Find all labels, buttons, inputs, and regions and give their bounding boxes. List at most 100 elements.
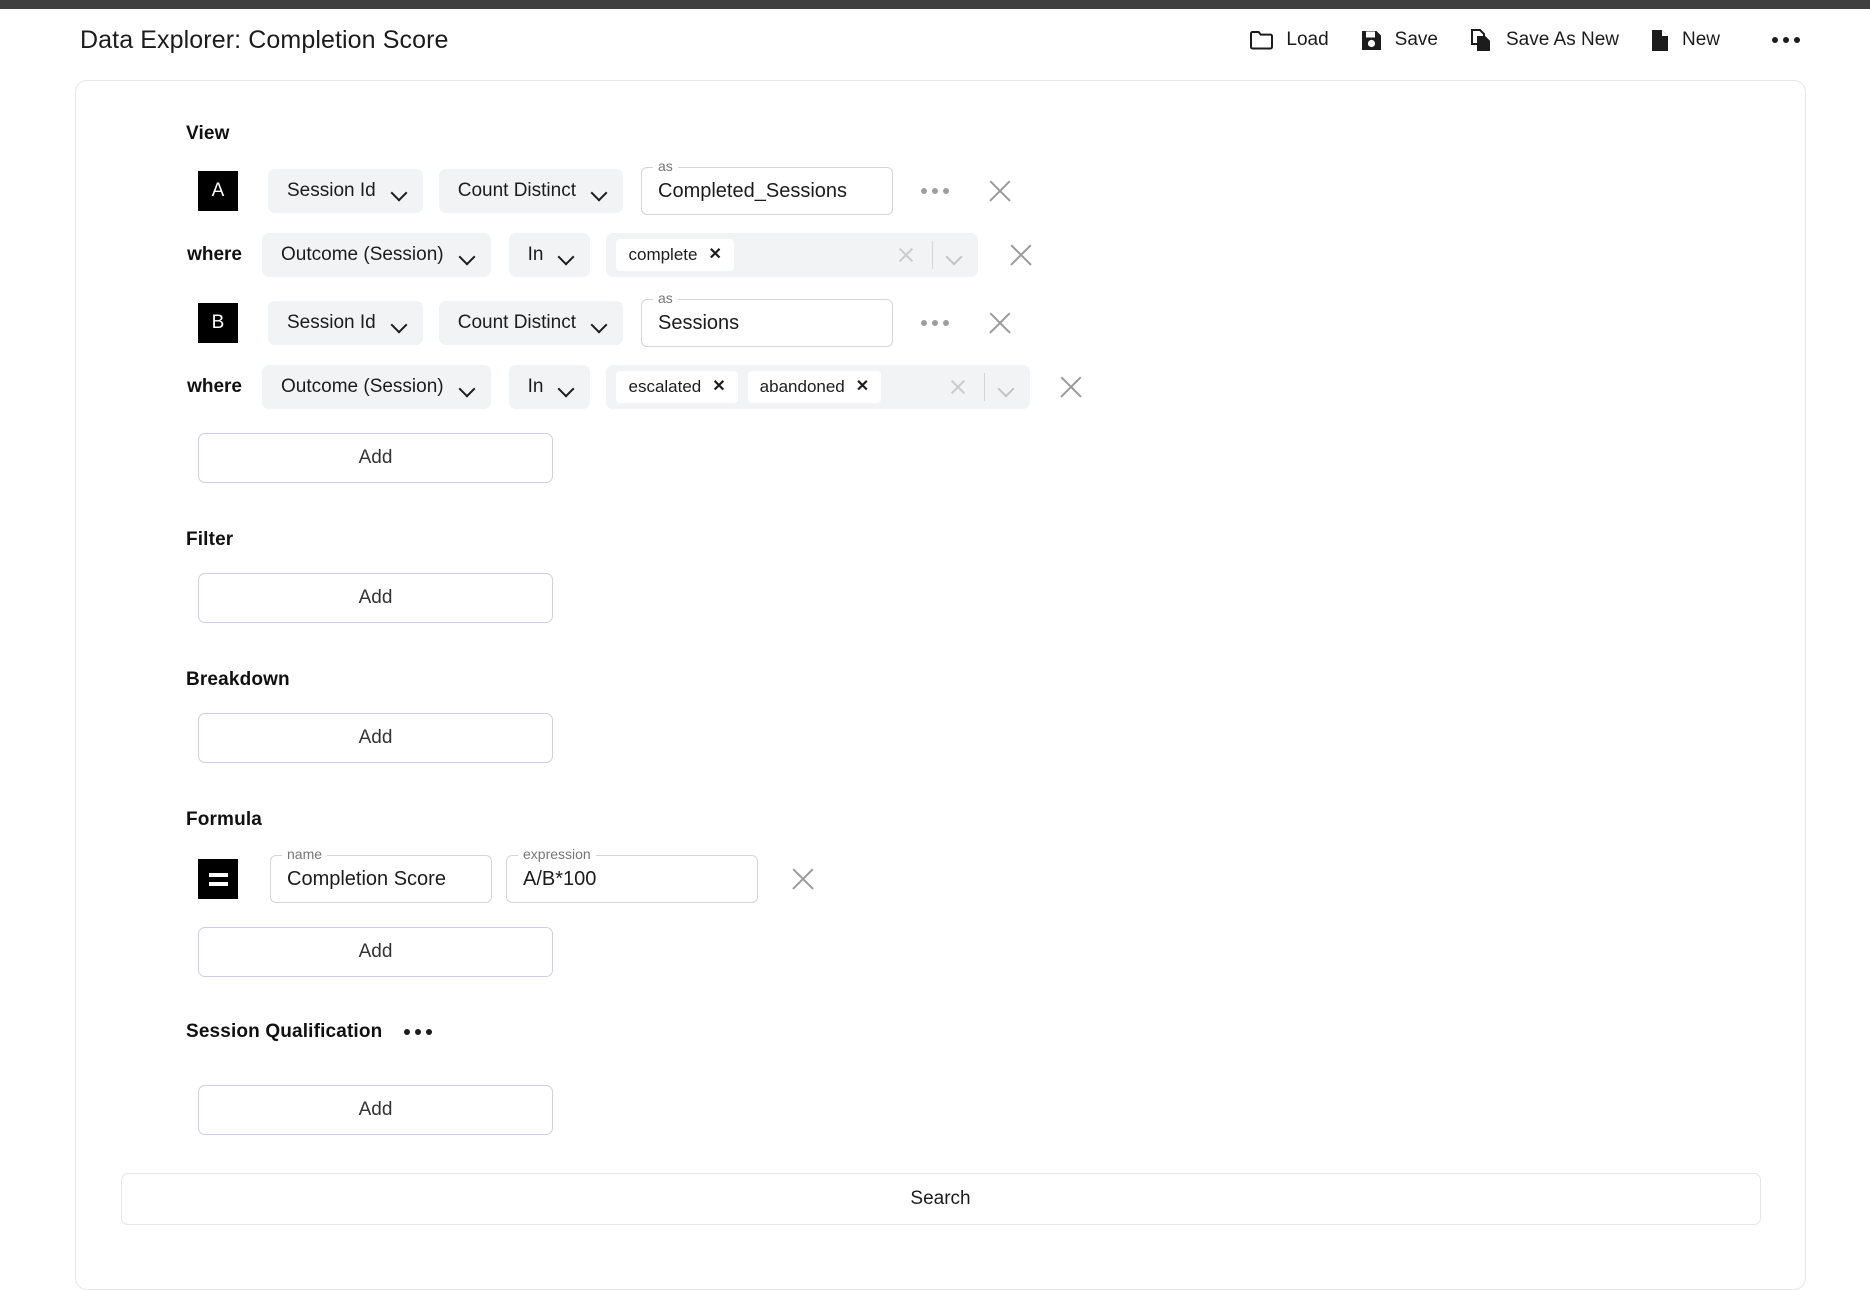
- save-button[interactable]: Save: [1345, 23, 1454, 57]
- save-as-new-button-label: Save As New: [1505, 29, 1619, 50]
- formula-equals-badge: [198, 859, 238, 899]
- view-row-b-aggregation-select[interactable]: Count Distinct: [438, 301, 624, 345]
- view-row-a-where-values[interactable]: complete ✕: [606, 233, 979, 277]
- view-row-a-aggregation-value: Count Distinct: [457, 180, 577, 201]
- view-row-a-where-operator-select[interactable]: In: [508, 233, 591, 277]
- save-button-label: Save: [1394, 29, 1438, 50]
- view-row-b-where-operator-select[interactable]: In: [508, 365, 591, 409]
- equals-icon: [208, 872, 228, 886]
- load-button[interactable]: Load: [1234, 23, 1344, 57]
- app-header: Data Explorer: Completion Score Load Sav…: [0, 9, 1870, 71]
- new-button[interactable]: New: [1635, 23, 1736, 58]
- chevron-down-icon: [559, 251, 574, 260]
- chevron-down-icon: [592, 319, 607, 328]
- view-row-b-field-select[interactable]: Session Id: [268, 301, 423, 345]
- chevron-down-icon[interactable]: [947, 251, 962, 260]
- chevron-down-icon: [460, 383, 475, 392]
- chevron-down-icon: [592, 187, 607, 196]
- overflow-menu-icon: [921, 320, 950, 326]
- view-row-a-field-select[interactable]: Session Id: [268, 169, 423, 213]
- save-as-new-button[interactable]: Save As New: [1454, 23, 1635, 58]
- header-overflow-menu-button[interactable]: [1758, 31, 1814, 49]
- copy-document-icon: [1470, 28, 1493, 52]
- chevron-down-icon: [392, 319, 407, 328]
- view-row-b-aggregation-value: Count Distinct: [457, 312, 577, 333]
- view-row-b-where-remove-button[interactable]: [1056, 372, 1086, 402]
- formula-row: name Completion Score expression A/B*100: [198, 847, 1805, 903]
- chevron-down-icon: [392, 187, 407, 196]
- tag-chip-label: escalated: [628, 377, 702, 396]
- search-button[interactable]: Search: [120, 1173, 1761, 1225]
- tag-chip[interactable]: complete ✕: [616, 239, 734, 271]
- view-row-b-badge: B: [198, 303, 238, 343]
- view-row-a-alias-legend: as: [653, 159, 678, 173]
- chevron-down-icon[interactable]: [999, 383, 1014, 392]
- load-button-label: Load: [1286, 29, 1329, 50]
- view-row-a-aggregation-select[interactable]: Count Distinct: [438, 169, 624, 213]
- tag-chip[interactable]: escalated ✕: [616, 371, 738, 403]
- view-row-b-overflow-button[interactable]: [921, 320, 950, 326]
- view-row-a-alias-value: Completed_Sessions: [658, 179, 848, 202]
- formula-name-value: Completion Score: [287, 867, 446, 890]
- breakdown-add-button[interactable]: Add: [198, 713, 553, 763]
- view-row-b-alias-value: Sessions: [658, 311, 740, 334]
- view-row-b-alias-legend: as: [653, 291, 678, 305]
- divider: [932, 241, 934, 269]
- view-row-a-where-remove-button[interactable]: [1006, 240, 1036, 270]
- view-row-b-where-operator-value: In: [527, 376, 544, 397]
- view-row-b-where-field-value: Outcome (Session): [281, 376, 444, 397]
- overflow-menu-icon: [1772, 37, 1800, 43]
- formula-row-remove-button[interactable]: [788, 864, 818, 894]
- floppy-disk-icon: [1361, 30, 1382, 51]
- view-row-a-remove-button[interactable]: [985, 176, 1015, 206]
- view-row-a-where-field-select[interactable]: Outcome (Session): [262, 233, 491, 277]
- formula-add-button[interactable]: Add: [198, 927, 553, 977]
- section-title-session-qualification: Session Qualification: [186, 1021, 383, 1042]
- section-title-formula: Formula: [186, 809, 263, 830]
- session-qualification-overflow-button[interactable]: [404, 1029, 433, 1035]
- formula-name-legend: name: [282, 847, 328, 861]
- view-row-a: A Session Id Count Distinct as Completed…: [198, 159, 1805, 215]
- query-builder-card: View A Session Id Count Distinct as Comp…: [75, 80, 1806, 1290]
- view-row-a-where-operator-value: In: [527, 244, 544, 265]
- chevron-down-icon: [559, 383, 574, 392]
- formula-name-input[interactable]: name Completion Score: [270, 847, 492, 903]
- view-row-b-alias-input[interactable]: as Sessions: [641, 291, 894, 347]
- view-row-a-badge: A: [198, 171, 238, 211]
- view-row-b-where-field-select[interactable]: Outcome (Session): [262, 365, 491, 409]
- view-row-a-where-clear-icon[interactable]: [894, 243, 918, 267]
- view-row-a-alias-input[interactable]: as Completed_Sessions: [641, 159, 894, 215]
- view-row-a-overflow-button[interactable]: [921, 188, 950, 194]
- formula-expression-value: A/B*100: [523, 867, 597, 890]
- view-add-button[interactable]: Add: [198, 433, 553, 483]
- tag-chip[interactable]: abandoned ✕: [747, 371, 882, 403]
- tag-chip-remove-icon[interactable]: ✕: [708, 247, 721, 263]
- folder-icon: [1250, 30, 1274, 51]
- overflow-menu-icon: [404, 1029, 433, 1035]
- view-row-b-where-label: where: [187, 376, 242, 397]
- section-title-breakdown: Breakdown: [186, 669, 290, 690]
- view-row-b-where-values[interactable]: escalated ✕ abandoned ✕: [606, 365, 1031, 409]
- divider: [984, 373, 986, 401]
- header-actions: Load Save Save As New New: [1234, 23, 1814, 58]
- overflow-menu-icon: [921, 188, 950, 194]
- formula-expression-legend: expression: [518, 847, 596, 861]
- filter-add-button[interactable]: Add: [198, 573, 553, 623]
- tag-chip-label: abandoned: [759, 377, 845, 396]
- session-qualification-add-button[interactable]: Add: [198, 1085, 553, 1135]
- document-icon: [1651, 29, 1669, 52]
- chevron-down-icon: [460, 251, 475, 260]
- view-row-b-where-clear-icon[interactable]: [946, 375, 970, 399]
- new-button-label: New: [1681, 29, 1720, 50]
- tag-chip-remove-icon[interactable]: ✕: [712, 379, 725, 395]
- view-row-b-remove-button[interactable]: [985, 308, 1015, 338]
- page-title: Data Explorer: Completion Score: [80, 25, 449, 54]
- section-title-filter: Filter: [186, 529, 234, 550]
- tag-chip-remove-icon[interactable]: ✕: [856, 379, 869, 395]
- view-row-b-where: where Outcome (Session) In escalated ✕ a…: [76, 365, 1805, 409]
- view-row-b: B Session Id Count Distinct as Sessions: [198, 291, 1805, 347]
- formula-expression-input[interactable]: expression A/B*100: [506, 847, 758, 903]
- view-row-a-where-field-value: Outcome (Session): [281, 244, 444, 265]
- view-row-a-where: where Outcome (Session) In complete ✕: [76, 233, 1805, 277]
- view-row-a-where-label: where: [187, 244, 242, 265]
